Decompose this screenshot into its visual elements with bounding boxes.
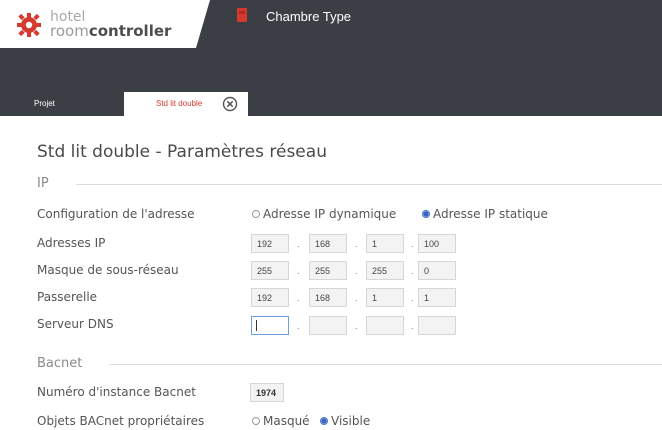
radio-bacnet-hidden[interactable]: Masqué — [252, 414, 310, 428]
octet-separator: . — [411, 239, 414, 249]
bacnet-objects-label: Objets BACnet propriétaires — [37, 414, 205, 428]
radio-label: Visible — [331, 414, 371, 428]
logo-text-roomcontroller: roomcontroller — [50, 23, 171, 39]
room-type-icon — [237, 8, 247, 22]
gear-logo-icon — [17, 13, 41, 37]
close-icon[interactable] — [222, 96, 238, 112]
dns-octet-3[interactable] — [366, 316, 404, 335]
ip-octet-1[interactable]: 192 — [251, 234, 289, 253]
section-heading-bacnet: Bacnet — [37, 356, 83, 371]
octet-separator: . — [297, 266, 300, 276]
tab-std-lit-double[interactable]: Std lit double — [130, 92, 248, 116]
radio-label: Adresse IP dynamique — [263, 207, 397, 221]
page-title: Std lit double - Paramètres réseau — [37, 142, 327, 162]
bacnet-instance-input[interactable]: 1974 — [250, 383, 284, 402]
radio-ip-static[interactable]: Adresse IP statique — [422, 207, 548, 221]
dns-octet-1[interactable] — [251, 316, 289, 335]
dns-octet-4[interactable] — [418, 316, 456, 335]
gateway-octet-1[interactable]: 192 — [251, 288, 289, 307]
ip-octet-4[interactable]: 100 — [418, 234, 456, 253]
radio-bacnet-visible[interactable]: Visible — [320, 414, 370, 428]
octet-separator: . — [297, 239, 300, 249]
octet-separator: . — [355, 321, 358, 331]
ip-octet-2[interactable]: 168 — [309, 234, 347, 253]
mask-octet-3[interactable]: 255 — [366, 261, 404, 280]
octet-separator: . — [411, 293, 414, 303]
radio-label: Adresse IP statique — [433, 207, 548, 221]
octet-separator: . — [297, 321, 300, 331]
radio-ip-dynamic[interactable]: Adresse IP dynamique — [252, 207, 396, 221]
tab-label: Std lit double — [156, 99, 203, 108]
octet-separator: . — [355, 239, 358, 249]
tab-projet[interactable]: Projet — [0, 92, 124, 116]
section-heading-ip: IP — [37, 176, 49, 191]
logo-text-room: room — [50, 22, 89, 40]
dns-server-label: Serveur DNS — [37, 317, 114, 331]
gateway-octet-2[interactable]: 168 — [309, 288, 347, 307]
octet-separator: . — [355, 266, 358, 276]
section-divider — [110, 364, 662, 365]
logo-panel: hotel roomcontroller — [0, 0, 210, 48]
tab-bar-filler — [248, 92, 662, 116]
radio-label: Masqué — [263, 414, 310, 428]
octet-separator: . — [297, 293, 300, 303]
octet-separator: . — [355, 293, 358, 303]
address-config-label: Configuration de l'adresse — [37, 207, 195, 221]
mask-octet-4[interactable]: 0 — [418, 261, 456, 280]
octet-separator: . — [411, 321, 414, 331]
window-title: Chambre Type — [266, 9, 352, 24]
radio-indicator[interactable] — [320, 417, 328, 425]
section-divider — [76, 184, 662, 185]
radio-indicator[interactable] — [422, 210, 430, 218]
radio-indicator[interactable] — [252, 210, 260, 218]
ip-address-label: Adresses IP — [37, 236, 106, 250]
ip-octet-3[interactable]: 1 — [366, 234, 404, 253]
subnet-mask-label: Masque de sous-réseau — [37, 263, 179, 277]
gateway-octet-4[interactable]: 1 — [418, 288, 456, 307]
radio-indicator[interactable] — [252, 417, 260, 425]
dns-octet-2[interactable] — [309, 316, 347, 335]
mask-octet-2[interactable]: 255 — [309, 261, 347, 280]
gateway-label: Passerelle — [37, 290, 98, 304]
bacnet-instance-label: Numéro d'instance Bacnet — [37, 385, 196, 399]
octet-separator: . — [411, 266, 414, 276]
mask-octet-1[interactable]: 255 — [251, 261, 289, 280]
gateway-octet-3[interactable]: 1 — [366, 288, 404, 307]
logo-text-controller: controller — [88, 22, 172, 40]
